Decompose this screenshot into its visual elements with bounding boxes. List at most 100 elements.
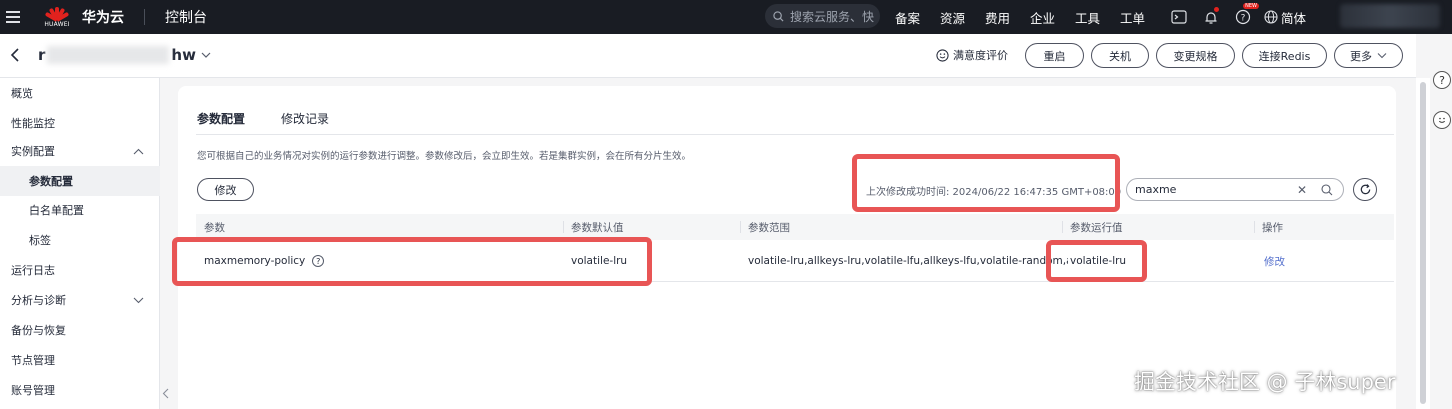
column-header-label: 参数运行值 — [1070, 221, 1123, 234]
column-header-default: 参数默认值 — [563, 214, 624, 240]
param-running-value: volatile-lru — [1070, 255, 1127, 267]
instance-name-suffix: hw — [171, 46, 196, 64]
redacted-instance-name — [47, 46, 170, 64]
last-modified-text: 上次修改成功时间: 2024/06/22 16:47:35 GMT+08:00 — [866, 187, 1122, 198]
account-avatar[interactable] — [1340, 4, 1440, 28]
global-search-input[interactable]: 搜索云服务、快 — [765, 4, 880, 28]
table-header: 参数 参数默认值 参数范围 参数运行值 操作 — [196, 214, 1394, 240]
language-switcher[interactable]: 简体 — [1264, 8, 1306, 27]
more-label: 更多 — [1350, 49, 1372, 63]
chevron-down-icon — [201, 52, 211, 58]
scrollbar-thumb[interactable] — [1420, 82, 1426, 404]
sidebar-item-label: 概览 — [11, 87, 33, 100]
search-placeholder: 搜索云服务、快 — [790, 9, 875, 24]
chevron-up-icon — [133, 148, 144, 154]
search-value: maxme — [1135, 183, 1177, 196]
sidebar-item-param-config[interactable]: 参数配置 — [0, 166, 160, 196]
vertical-scrollbar[interactable] — [1416, 78, 1430, 409]
sidebar-item-analysis[interactable]: 分析与诊断 — [0, 285, 160, 315]
column-header-label: 参数默认值 — [571, 221, 624, 234]
main-panel: 参数配置 修改记录 您可根据自己的业务情况对实例的运行参数进行调整。参数修改后，… — [178, 86, 1396, 409]
logo-wordmark: HUAWEI — [44, 21, 70, 28]
smile-icon — [936, 48, 949, 62]
refresh-button[interactable] — [1353, 178, 1377, 201]
notification-dot — [1214, 7, 1219, 12]
watermark-text: 掘金技术社区 @ 子林super — [1134, 370, 1396, 394]
sidebar-item-label: 白名单配置 — [29, 204, 84, 217]
sidebar-item-label: 性能监控 — [11, 117, 55, 130]
instance-name-selector[interactable]: r hw — [38, 46, 212, 64]
huawei-logo-icon — [44, 6, 70, 22]
chevron-down-icon — [133, 297, 144, 303]
param-default: volatile-lru — [571, 255, 628, 267]
sidebar-item-label: 节点管理 — [11, 354, 55, 367]
sidebar-item-backup[interactable]: 备份与恢复 — [0, 315, 160, 345]
sidebar-item-label: 参数配置 — [29, 175, 73, 188]
more-button[interactable]: 更多 — [1334, 43, 1403, 68]
sidebar-item-overview[interactable]: 概览 — [0, 78, 160, 108]
row-modify-link[interactable]: 修改 — [1264, 240, 1285, 282]
sidebar-item-label: 分析与诊断 — [11, 294, 66, 307]
help-icon[interactable]: ? — [312, 255, 325, 267]
rating-label: 满意度评价 — [953, 49, 1008, 62]
sidebar-item-label: 标签 — [29, 234, 51, 247]
back-arrow-icon[interactable] — [10, 48, 20, 65]
satisfaction-rating-link[interactable]: 满意度评价 — [936, 47, 1008, 63]
column-header-label: 操作 — [1262, 221, 1283, 234]
refresh-icon — [1360, 184, 1370, 195]
connect-redis-button[interactable]: 连接Redis — [1242, 43, 1327, 68]
column-header-action: 操作 — [1254, 214, 1283, 240]
sidebar-collapse-icon[interactable] — [162, 388, 169, 402]
tab-modify-history[interactable]: 修改记录 — [281, 110, 329, 127]
feedback-smile-icon[interactable] — [1433, 111, 1451, 129]
param-name-cell: maxmemory-policy ? — [204, 240, 325, 282]
sidebar-item-nodes[interactable]: 节点管理 — [0, 345, 160, 375]
nav-filing[interactable]: 备案 — [895, 8, 940, 27]
top-nav-bar: HUAWEI 华为云 控制台 搜索云服务、快 备案 资源 费用 企业 工具 工单… — [0, 0, 1452, 34]
nav-billing[interactable]: 费用 — [985, 8, 1030, 27]
top-nav-icons: ? NEW 简体 — [1168, 3, 1306, 28]
brand-name[interactable]: 华为云 — [82, 7, 124, 27]
sidebar-item-run-logs[interactable]: 运行日志 — [0, 255, 160, 285]
help-float-icon[interactable]: ? — [1433, 71, 1451, 89]
nav-resources[interactable]: 资源 — [940, 8, 985, 27]
instance-name-prefix: r — [38, 46, 46, 64]
param-search-input[interactable]: maxme ✕ — [1126, 178, 1344, 201]
sidebar-item-monitoring[interactable]: 性能监控 — [0, 108, 160, 138]
sidebar-item-label: 备份与恢复 — [11, 324, 66, 337]
modify-button[interactable]: 修改 — [197, 178, 254, 201]
sidebar: 概览 性能监控 实例配置 参数配置 白名单配置 标签 运行日志 分析与诊断 备份… — [0, 78, 160, 409]
help-icon[interactable]: ? NEW — [1232, 3, 1259, 28]
terminal-icon[interactable] — [1168, 6, 1190, 28]
divider — [144, 9, 145, 25]
sidebar-item-instance-config[interactable]: 实例配置 — [0, 136, 160, 166]
huawei-logo[interactable]: HUAWEI — [42, 6, 72, 28]
nav-tickets[interactable]: 工单 — [1120, 8, 1165, 27]
param-range: volatile-lru,allkeys-lru,volatile-lfu,al… — [748, 255, 1068, 267]
sidebar-item-whitelist[interactable]: 白名单配置 — [0, 195, 160, 225]
shutdown-button[interactable]: 关机 — [1091, 43, 1149, 68]
console-link[interactable]: 控制台 — [165, 7, 207, 27]
sidebar-item-accounts[interactable]: 账号管理 — [0, 375, 160, 405]
tab-param-config[interactable]: 参数配置 — [197, 110, 245, 127]
nav-tools[interactable]: 工具 — [1075, 8, 1120, 27]
description-text: 您可根据自己的业务情况对实例的运行参数进行调整。参数修改后，会立即生效。若是集群… — [197, 151, 692, 162]
bell-icon[interactable] — [1200, 6, 1222, 28]
column-header-range: 参数范围 — [740, 214, 790, 240]
chevron-down-icon — [1377, 53, 1387, 59]
restart-button[interactable]: 重启 — [1025, 43, 1084, 68]
globe-icon — [1264, 10, 1278, 24]
menu-icon[interactable] — [6, 11, 28, 23]
tab-divider — [196, 134, 1394, 135]
sidebar-item-tags[interactable]: 标签 — [0, 225, 160, 255]
clear-icon[interactable]: ✕ — [1297, 183, 1307, 197]
sidebar-item-label: 运行日志 — [11, 264, 55, 277]
column-header-param: 参数 — [204, 221, 225, 234]
instance-header: r hw 满意度评价 重启 关机 变更规格 连接Redis 更多 — [0, 34, 1416, 78]
table-row: maxmemory-policy ? volatile-lru volatile… — [196, 240, 1394, 282]
search-icon[interactable] — [1321, 184, 1333, 196]
param-name: maxmemory-policy — [204, 255, 306, 267]
language-label: 简体 — [1281, 10, 1307, 26]
change-spec-button[interactable]: 变更规格 — [1156, 43, 1235, 68]
nav-enterprise[interactable]: 企业 — [1030, 8, 1075, 27]
